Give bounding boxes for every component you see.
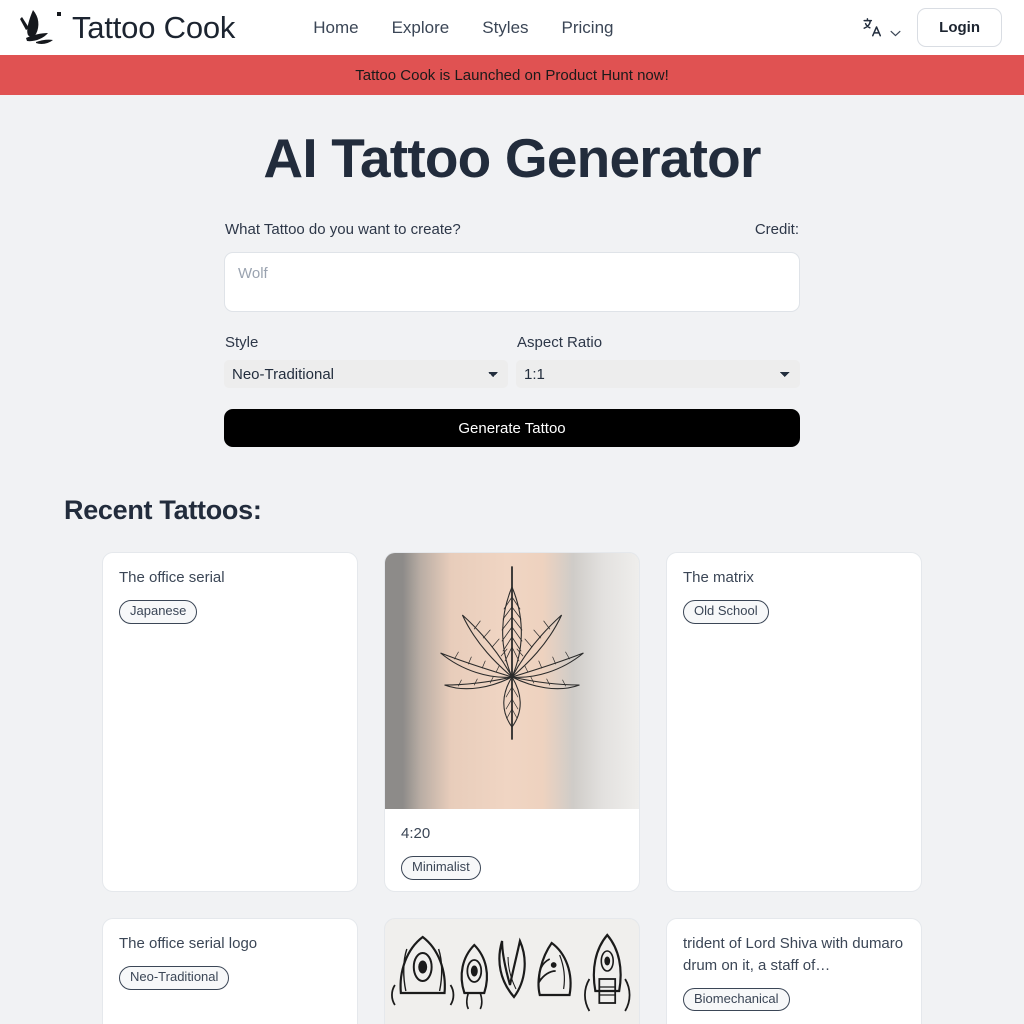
site-header: Tattoo Cook Home Explore Styles Pricing … [0,0,1024,55]
tattoo-card-title: The office serial logo [119,935,258,952]
aspect-ratio-select[interactable]: 1:1 [516,360,800,388]
tattoo-card-title: trident of Lord Shiva with dumaro drum o… [683,935,904,974]
prompt-label: What Tattoo do you want to create? [225,221,461,238]
translate-icon [862,17,883,38]
feather-splash-logo-icon [16,8,62,48]
style-field: Style Neo-Traditional [224,334,508,388]
prompt-input[interactable] [224,252,800,312]
tattoo-card-body: The matrix Old School [667,553,921,640]
login-button[interactable]: Login [917,8,1002,47]
generator-form: What Tattoo do you want to create? Credi… [224,190,800,447]
nav-link-pricing[interactable]: Pricing [562,18,614,38]
tattoo-card-image [385,919,639,1024]
tattoo-card-title: 4:20 [401,825,431,842]
tattoo-style-badge: Neo-Traditional [119,965,230,990]
aspect-ratio-label: Aspect Ratio [517,334,603,351]
header-actions: Login [862,8,1002,47]
leaf-star-tattoo-artwork [440,566,584,740]
recent-tattoos-grid: The office serial Japanese 4:20 Minimali… [102,552,922,1024]
nav-link-styles[interactable]: Styles [482,18,528,38]
announcement-banner[interactable]: Tattoo Cook is Launched on Product Hunt … [0,55,1024,95]
brand-name: Tattoo Cook [72,9,236,45]
tattoo-style-badge: Minimalist [401,855,481,880]
tattoo-card[interactable]: The office serial logo Neo-Traditional [102,918,358,1024]
main-navigation: Home Explore Styles Pricing [313,18,613,38]
aspect-ratio-field: Aspect Ratio 1:1 [516,334,800,388]
tattoo-card-body: The office serial logo Neo-Traditional [103,919,357,1006]
tattoo-card-body: 4:20 Minimalist [385,809,639,891]
brand-logo[interactable]: Tattoo Cook [16,8,235,48]
prompt-label-row: What Tattoo do you want to create? Credi… [224,221,800,238]
tattoo-style-badge: Biomechanical [683,987,790,1012]
thai-ornamental-designs-artwork [391,933,631,1012]
generate-tattoo-button[interactable]: Generate Tattoo [224,409,800,447]
tattoo-card-image [385,553,639,809]
tattoo-card-title: The matrix [683,569,754,586]
language-selector[interactable] [862,17,901,38]
tattoo-card[interactable]: The office serial Japanese [102,552,358,892]
tattoo-card[interactable]: The matrix Old School [666,552,922,892]
chevron-down-icon [890,24,901,37]
nav-link-home[interactable]: Home [313,18,358,38]
announcement-banner-text: Tattoo Cook is Launched on Product Hunt … [355,66,669,84]
tattoo-card-body: trident of Lord Shiva with dumaro drum o… [667,919,921,1024]
tattoo-card[interactable]: trident of Lord Shiva with dumaro drum o… [666,918,922,1024]
options-row: Style Neo-Traditional Aspect Ratio 1:1 [224,334,800,388]
page-title: AI Tattoo Generator [263,127,761,189]
style-label: Style [225,334,259,351]
credit-label: Credit: [754,221,799,238]
tattoo-card[interactable]: 4:20 Minimalist [384,552,640,892]
tattoo-style-badge: Japanese [119,599,198,624]
tattoo-card[interactable] [384,918,640,1024]
tattoo-card-body: The office serial Japanese [103,553,357,640]
tattoo-style-badge: Old School [683,599,769,624]
style-select[interactable]: Neo-Traditional [224,360,508,388]
nav-link-explore[interactable]: Explore [392,18,450,38]
recent-tattoos-heading: Recent Tattoos: [64,495,262,525]
tattoo-card-title: The office serial [119,569,225,586]
